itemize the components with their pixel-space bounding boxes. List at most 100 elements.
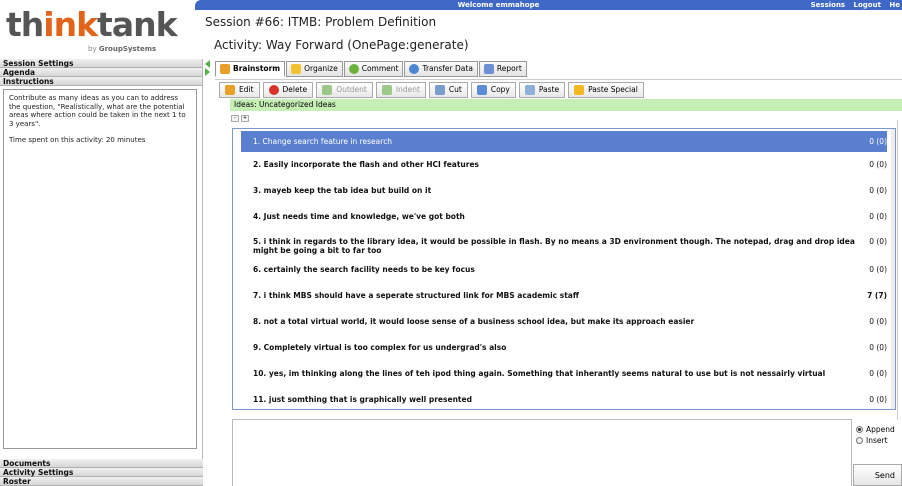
logo-text-c: nk [53,5,98,44]
idea-text: 4. Just needs time and knowledge, we've … [253,212,465,221]
option-label: Insert [866,436,888,445]
agenda-header[interactable]: Agenda [0,68,202,77]
logo-text-b: i [43,5,54,44]
tab-label: Report [496,64,522,73]
button-label: Edit [239,85,254,94]
activity-settings-header[interactable]: Activity Settings [0,468,203,477]
idea-text: 10. yes, im thinking along the lines of … [253,369,826,378]
category-header: Ideas: Uncategorized Ideas [230,99,902,111]
session-title: Session #66: ITMB: Problem Definition [205,15,437,29]
collapse-arrow-icon[interactable] [205,60,210,68]
button-label: Paste [538,85,560,94]
insert-option[interactable]: Insert [856,435,895,446]
comment-count: 0 (0) [869,265,887,274]
copy-icon [476,84,487,95]
expand-collapse-controls: - + [231,115,249,122]
documents-header[interactable]: Documents [0,459,203,468]
edit-icon [225,84,235,95]
comment-count: 0 (0) [869,160,887,169]
top-links: Sessions Logout He [805,0,900,10]
outdent-arrow-icon [322,84,333,95]
option-label: Append [866,425,895,434]
instructions-text: Contribute as many ideas as you can to a… [9,94,186,128]
comment-count: 0 (0) [869,343,887,352]
comment-count: 0 (0) [869,395,887,404]
delete-button[interactable]: Delete [262,81,314,98]
comment-count: 0 (0) [869,237,887,246]
tab-report[interactable]: Report [478,61,527,77]
tab-transfer-data[interactable]: Transfer Data [404,61,478,77]
tab-brainstorm[interactable]: Brainstorm [215,61,286,77]
idea-text: 11. just somthing that is graphically we… [253,395,472,404]
tab-label: Brainstorm [233,64,281,73]
instructions-header[interactable]: Instructions [0,77,202,86]
idea-text: 9. Completely virtual is too complex for… [253,343,507,352]
cut-button[interactable]: Cut [428,81,468,98]
list-item[interactable]: 1. Change search feature in research 0 (0… [241,131,887,152]
thinktank-logo: thinktank by GroupSystems [6,8,196,56]
comment-count: 0 (0) [869,369,887,378]
ideas-list: 1. Change search feature in research 0 (0… [232,128,896,410]
tab-comment[interactable]: Comment [343,61,404,77]
button-label: Cut [448,85,462,94]
paste-special-icon [574,84,585,95]
folder-icon [291,64,302,74]
welcome-text: Welcome emmahope [457,1,540,9]
session-settings-header[interactable]: Session Settings [0,59,202,68]
copy-button[interactable]: Copy [470,81,516,98]
button-label: Outdent [336,85,367,94]
tab-label: Organize [304,64,338,73]
tab-label: Comment [361,64,399,73]
idea-text: 5. i think in regards to the library ide… [253,237,855,255]
idea-text: 6. certainly the search facility needs t… [253,265,475,274]
button-label: Paste Special [588,85,638,94]
roster-header[interactable]: Roster [0,477,203,486]
activity-title: Activity: Way Forward (OnePage:generate) [214,38,469,52]
report-icon [483,64,494,74]
expand-arrow-icon[interactable] [205,68,210,76]
transfer-icon [409,64,420,74]
comment-count: 0 (0) [869,137,887,146]
comment-icon [348,64,359,74]
right-divider [897,120,902,420]
paste-icon [524,84,535,95]
comment-count: 0 (0) [869,186,887,195]
idea-text: 3. mayeb keep the tab idea but build on … [253,186,432,195]
ideas-scrollbar[interactable] [891,129,895,409]
instructions-box: Contribute as many ideas as you can to a… [3,89,197,449]
send-button[interactable]: Send [853,464,902,486]
button-label: Delete [282,85,308,94]
brainstorm-icon [220,64,230,74]
button-label: Copy [490,85,510,94]
logo-text-a: th [6,5,44,44]
outdent-button[interactable]: Outdent [316,81,373,98]
insert-mode-options: Append Insert [856,424,895,446]
append-option[interactable]: Append [856,424,895,435]
sessions-link[interactable]: Sessions [811,1,845,9]
tab-organize[interactable]: Organize [286,61,343,77]
left-panel: Session Settings Agenda Instructions Con… [0,59,203,486]
idea-entry-field[interactable] [232,419,852,486]
expand-all-button[interactable]: + [241,115,249,122]
paste-special-button[interactable]: Paste Special [568,81,644,98]
logout-link[interactable]: Logout [854,1,881,9]
delete-icon [268,84,279,95]
comment-count: 0 (0) [869,212,887,221]
radio-icon[interactable] [856,437,863,444]
welcome-bar: Welcome emmahope Sessions Logout He [195,0,902,10]
logo-subtitle: by GroupSystems [88,45,157,53]
collapse-all-button[interactable]: - [231,115,239,122]
paste-button[interactable]: Paste [518,81,566,98]
help-link[interactable]: He [889,1,900,9]
indent-button[interactable]: Indent [375,81,426,98]
idea-text: 1. Change search feature in research [253,137,393,146]
idea-text: 8. not a total virtual world, it would l… [253,317,695,326]
panel-splitter[interactable] [203,59,215,486]
idea-text: 7. i think MBS should have a seperate st… [253,291,579,300]
scissors-icon [434,84,445,95]
toolbar: Edit Delete Outdent Indent Cut Copy Past… [215,79,902,99]
button-label: Indent [395,85,420,94]
edit-button[interactable]: Edit [219,81,260,98]
time-spent-text: Time spent on this activity: 20 minutes [9,136,146,144]
radio-selected-icon[interactable] [856,426,863,433]
